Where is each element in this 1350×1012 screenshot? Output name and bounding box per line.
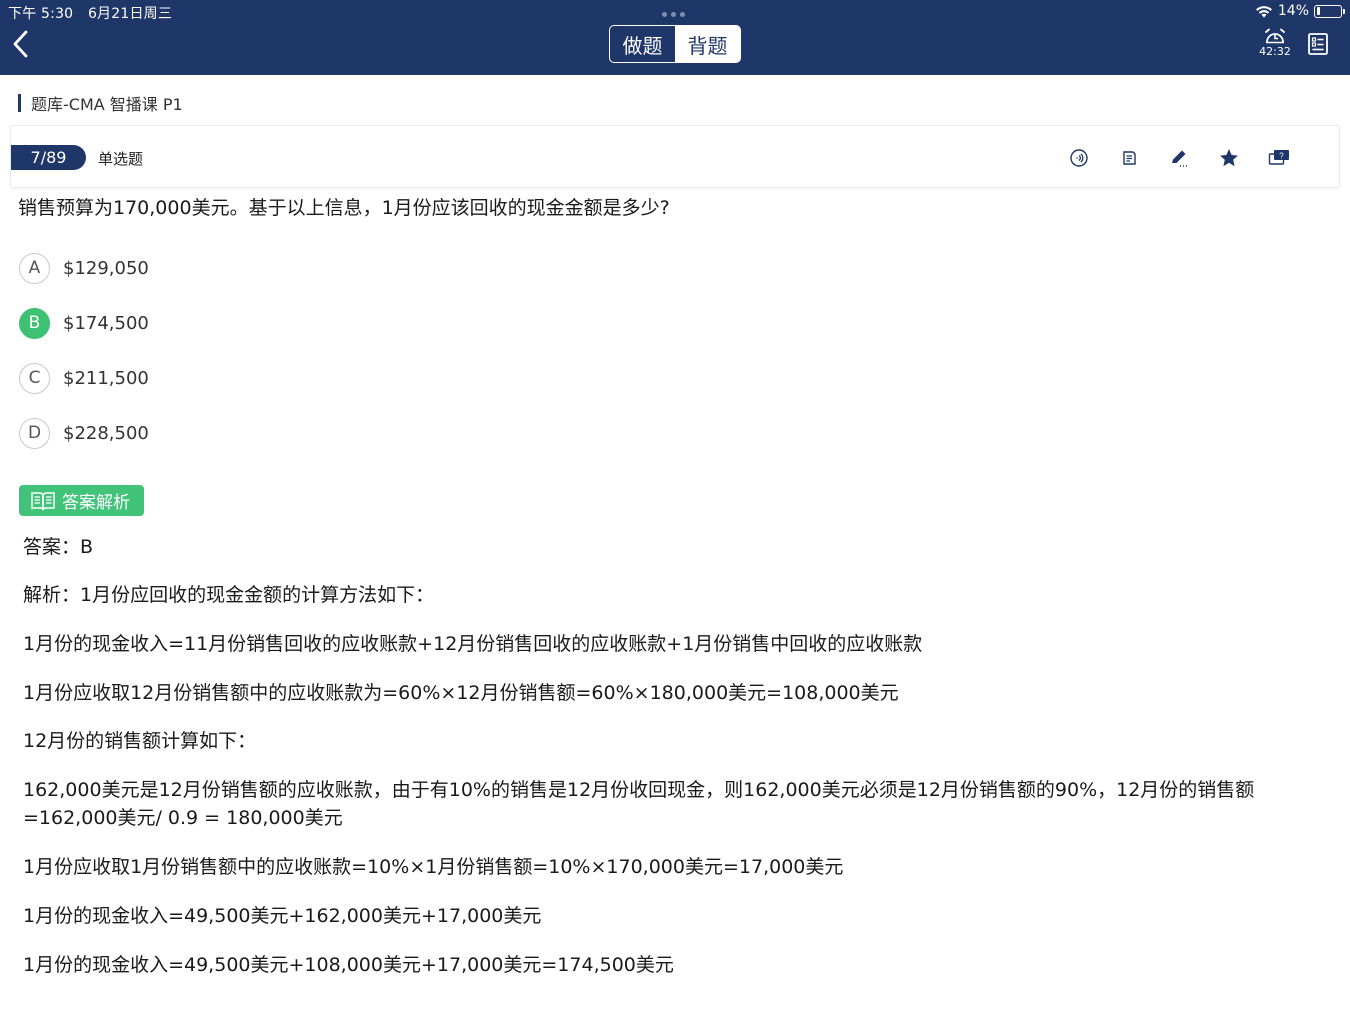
- edit-icon[interactable]: [1168, 147, 1190, 169]
- tab-recite[interactable]: 背题: [675, 26, 740, 62]
- tab-practice[interactable]: 做题: [610, 26, 675, 62]
- status-bar-left: 下午 5:30 6月21日周三: [8, 3, 182, 23]
- analysis-paragraph: 1月份应收取1月份销售额中的应收账款=10%×1月份销售额=10%×170,00…: [23, 856, 844, 878]
- multitask-dots-icon[interactable]: [662, 12, 685, 17]
- svg-text:?: ?: [1279, 152, 1284, 161]
- status-date: 6月21日周三: [87, 6, 173, 22]
- option-letter-circle: C: [19, 362, 50, 394]
- question-progress-badge: 7/89: [11, 145, 86, 170]
- analysis-paragraph: 解析：1月份应回收的现金金额的计算方法如下：: [23, 584, 435, 606]
- option-d[interactable]: D $228,500: [19, 417, 149, 449]
- answer-line: 答案：B: [23, 536, 94, 558]
- analysis-paragraph: 12月份的销售额计算如下：: [23, 730, 257, 752]
- mode-segmented-control: 做题 背题: [609, 25, 741, 63]
- timer-button[interactable]: 42:32: [1255, 28, 1295, 58]
- option-b[interactable]: B $174,500: [19, 307, 149, 339]
- alarm-clock-icon: [1265, 28, 1285, 44]
- back-chevron-icon[interactable]: [10, 29, 34, 59]
- timer-value: 42:32: [1259, 45, 1291, 58]
- option-letter-circle: B: [19, 307, 50, 339]
- battery-icon: [1314, 4, 1345, 18]
- audio-icon[interactable]: [1068, 147, 1090, 169]
- star-icon[interactable]: [1218, 147, 1240, 169]
- answer-analysis-tag: 答案解析: [19, 485, 144, 516]
- analysis-paragraph: 1月份应收取12月份销售额中的应收账款为=60%×12月份销售额=60%×180…: [23, 682, 899, 704]
- option-a[interactable]: A $129,050: [19, 252, 149, 284]
- status-bar-right: 14%: [1255, 3, 1345, 19]
- question-list-icon[interactable]: [1306, 32, 1330, 56]
- book-icon: [31, 491, 55, 510]
- note-icon[interactable]: [1118, 147, 1140, 169]
- status-time: 下午 5:30: [8, 6, 74, 22]
- wifi-icon: [1255, 5, 1272, 17]
- option-letter-circle: A: [19, 252, 50, 284]
- analysis-paragraph: 1月份的现金收入=49,500美元+162,000美元+17,000美元: [23, 905, 542, 927]
- question-text: 销售预算为170,000美元。基于以上信息，1月份应该回收的现金金额是多少?: [18, 197, 670, 219]
- option-text: $129,050: [63, 257, 149, 279]
- option-c[interactable]: C $211,500: [19, 362, 149, 394]
- option-text: $174,500: [63, 312, 149, 334]
- answer-analysis-label: 答案解析: [62, 493, 130, 513]
- analysis-paragraph: 1月份的现金收入=49,500美元+108,000美元+17,000美元=174…: [23, 954, 674, 976]
- breadcrumb: 题库-CMA 智播课 P1: [18, 93, 183, 114]
- feedback-icon[interactable]: ?: [1268, 147, 1290, 169]
- question-header-card: 7/89 单选题 ?: [10, 125, 1340, 188]
- option-text: $228,500: [63, 422, 149, 444]
- breadcrumb-title: 题库-CMA 智播课 P1: [31, 95, 183, 114]
- question-type-label: 单选题: [98, 150, 144, 168]
- analysis-paragraph: 1月份的现金收入=11月份销售回收的应收账款+12月份销售回收的应收账款+1月份…: [23, 633, 923, 655]
- top-navigation-bar: 下午 5:30 6月21日周三 14% 做题 背题 42:32: [0, 0, 1350, 75]
- breadcrumb-accent-bar: [18, 94, 21, 112]
- option-text: $211,500: [63, 367, 149, 389]
- option-letter-circle: D: [19, 417, 50, 449]
- analysis-paragraph: 162,000美元是12月份销售额的应收账款，由于有10%的销售是12月份收回现…: [23, 779, 1255, 829]
- battery-percent: 14%: [1277, 3, 1309, 19]
